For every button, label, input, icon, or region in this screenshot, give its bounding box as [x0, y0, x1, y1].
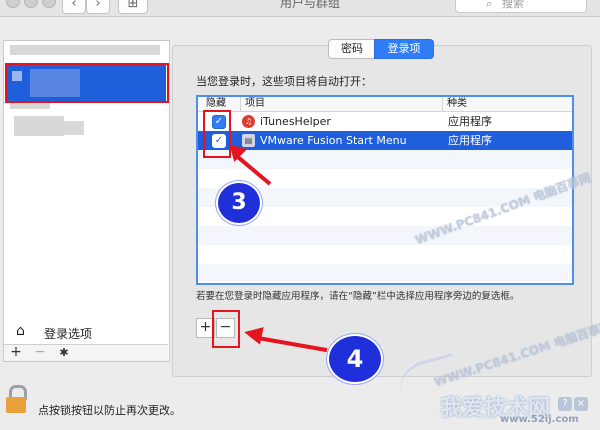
- column-header-item[interactable]: 项目: [240, 97, 445, 111]
- blurred-user-entry: [10, 45, 160, 55]
- column-header-hide[interactable]: 隐藏: [206, 97, 226, 111]
- forward-button[interactable]: ›: [86, 0, 110, 14]
- tab-password[interactable]: 密码: [328, 39, 376, 59]
- annotation-arrowhead-4: [242, 323, 264, 345]
- tab-login-items[interactable]: 登录项: [374, 39, 434, 59]
- app-name: VMware Fusion Start Menu: [260, 134, 407, 147]
- add-user-button[interactable]: +: [6, 345, 26, 361]
- table-row[interactable]: ✓ ▤ VMware Fusion Start Menu 应用程序: [198, 131, 572, 150]
- column-header-kind[interactable]: 种类: [442, 97, 567, 111]
- blurred-user-entry: [14, 116, 64, 136]
- close-icon[interactable]: ×: [574, 397, 588, 411]
- empty-row: [198, 245, 572, 264]
- window-title: 用户与群组: [279, 0, 340, 10]
- gear-icon[interactable]: ✱: [54, 345, 74, 361]
- lock-text: 点按锁按钮以防止再次更改。: [38, 404, 181, 417]
- sidebar-toolbar: + − ✱: [4, 344, 168, 361]
- title-bar: ‹ › ⊞ 用户与群组 ⌕ 搜索: [0, 0, 600, 17]
- zoom-window-button[interactable]: [42, 0, 56, 8]
- back-button[interactable]: ‹: [62, 0, 86, 14]
- empty-row: [198, 264, 572, 281]
- itunes-icon: ♫: [242, 115, 255, 128]
- remove-user-button[interactable]: −: [30, 345, 50, 361]
- login-options-item[interactable]: ⌂ 登录选项: [4, 320, 168, 342]
- empty-row: [198, 150, 572, 169]
- hint-text: 若要在您登录时隐藏应用程序，请在“隐藏”栏中选择应用程序旁边的复选框。: [196, 291, 520, 302]
- table-header: 隐藏 项目 种类: [198, 97, 572, 112]
- help-icon[interactable]: ?: [558, 397, 572, 411]
- blurred-user-entry: [64, 121, 84, 135]
- close-window-button[interactable]: [6, 0, 20, 8]
- search-field[interactable]: ⌕ 搜索: [455, 0, 587, 13]
- search-placeholder: 搜索: [502, 0, 524, 10]
- house-icon: ⌂: [16, 323, 25, 339]
- app-name: iTunesHelper: [260, 115, 331, 128]
- step-3-badge: 3: [216, 181, 262, 225]
- search-icon: ⌕: [486, 0, 493, 10]
- app-kind: 应用程序: [448, 134, 492, 147]
- minimize-window-button[interactable]: [24, 0, 38, 8]
- empty-row: [198, 226, 572, 245]
- vmware-icon: ▤: [242, 134, 255, 147]
- intro-text: 当您登录时，这些项目将自动打开：: [196, 75, 372, 88]
- app-kind: 应用程序: [448, 115, 492, 128]
- step-4-badge: 4: [327, 334, 383, 384]
- highlight-box-user: [5, 63, 169, 103]
- show-all-button[interactable]: ⊞: [118, 0, 148, 14]
- table-row[interactable]: ✓ ♫ iTunesHelper 应用程序: [198, 112, 572, 131]
- watermark-url: www.52ij.com: [500, 414, 579, 425]
- login-options-label: 登录选项: [44, 327, 93, 341]
- lock-icon[interactable]: [6, 385, 27, 413]
- highlight-box-remove: [212, 310, 240, 348]
